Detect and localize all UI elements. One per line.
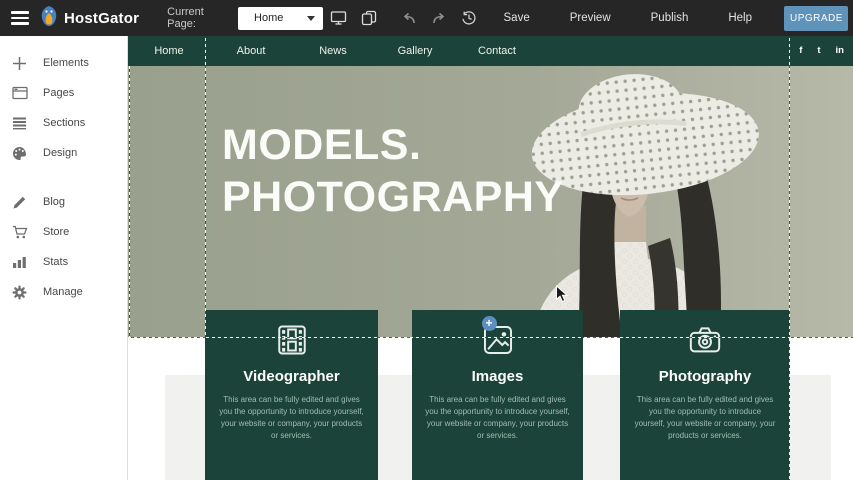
publish-button[interactable]: Publish (645, 11, 695, 25)
redo-icon[interactable] (431, 11, 447, 25)
undo-icon[interactable] (401, 11, 417, 25)
page-dropdown-value: Home (254, 12, 306, 24)
twitter-icon[interactable]: t (817, 46, 820, 56)
sidebar-item-store[interactable]: Store (0, 217, 127, 247)
feature-card-videographer[interactable]: Videographer This area can be fully edit… (205, 310, 378, 480)
page-icon (11, 86, 28, 100)
site-nav-home[interactable]: Home (128, 45, 210, 57)
site-nav-about[interactable]: About (210, 45, 292, 57)
hero-title-line2: PHOTOGRAPHY (222, 172, 564, 224)
current-page-label: Current Page: (167, 6, 228, 30)
hero-section: MODELS. PHOTOGRAPHY (128, 66, 853, 337)
desktop-preview-icon[interactable] (330, 10, 347, 26)
card-body: This area can be fully edited and gives … (205, 394, 378, 442)
upgrade-button[interactable]: UPGRADE (784, 6, 848, 31)
hero-title-line1: MODELS. (222, 120, 564, 172)
feature-card-images[interactable]: + Images This area can be fully edited a… (412, 310, 583, 480)
camera-icon (688, 323, 722, 357)
logo-text: HostGator (64, 10, 139, 27)
app-window: HostGator Current Page: Home (0, 0, 853, 480)
hostgator-logo: HostGator (39, 5, 139, 32)
menu-icon[interactable] (3, 6, 31, 30)
sidebar-item-stats[interactable]: Stats (0, 247, 127, 277)
site-nav-news[interactable]: News (292, 45, 374, 57)
selection-boundary-right (789, 38, 790, 480)
stats-icon (11, 255, 28, 269)
site-nav-contact[interactable]: Contact (456, 45, 538, 57)
sidebar-item-label: Stats (43, 256, 68, 268)
sidebar-item-design[interactable]: Design (0, 138, 127, 168)
add-image-badge-icon[interactable]: + (482, 316, 497, 331)
card-title: Videographer (243, 368, 339, 385)
linkedin-icon[interactable]: in (836, 46, 844, 56)
chevron-down-icon (307, 16, 315, 21)
selection-boundary-left (129, 66, 130, 337)
sections-icon (11, 116, 28, 130)
palette-icon (11, 146, 28, 161)
sidebar-item-blog[interactable]: Blog (0, 187, 127, 217)
facebook-icon[interactable]: f (799, 46, 802, 56)
site-canvas: Home About News Gallery Contact f t in (128, 36, 853, 480)
sidebar-item-pages[interactable]: Pages (0, 78, 127, 108)
plus-icon (11, 56, 28, 71)
pencil-icon (11, 195, 28, 210)
sidebar-item-label: Store (43, 226, 69, 238)
preview-button[interactable]: Preview (564, 11, 617, 25)
card-body: This area can be fully edited and gives … (412, 394, 583, 442)
sidebar-item-label: Manage (43, 286, 83, 298)
site-nav-gallery[interactable]: Gallery (374, 45, 456, 57)
editor-sidebar: Elements Pages Sections (0, 36, 128, 480)
card-title: Images (472, 368, 524, 385)
hostgator-mascot-icon (39, 5, 59, 32)
image-add-icon: + (481, 323, 515, 357)
sidebar-item-elements[interactable]: Elements (0, 48, 127, 78)
social-links: f t in (799, 46, 853, 56)
film-icon (275, 323, 309, 357)
card-title: Photography (659, 368, 752, 385)
sidebar-item-label: Elements (43, 57, 89, 69)
sidebar-item-label: Design (43, 147, 77, 159)
card-body: This area can be fully edited and gives … (620, 394, 790, 442)
site-nav: Home About News Gallery Contact f t in (128, 36, 853, 66)
mobile-preview-icon[interactable] (361, 10, 377, 26)
help-button[interactable]: Help (722, 11, 758, 25)
sidebar-item-label: Blog (43, 196, 65, 208)
sidebar-item-label: Pages (43, 87, 74, 99)
page-dropdown[interactable]: Home (238, 7, 322, 30)
sidebar-item-sections[interactable]: Sections (0, 108, 127, 138)
selection-boundary-mid (205, 38, 206, 337)
sidebar-item-label: Sections (43, 117, 85, 129)
mouse-cursor (555, 285, 569, 303)
hero-title[interactable]: MODELS. PHOTOGRAPHY (222, 120, 564, 223)
save-button[interactable]: Save (498, 11, 536, 25)
gear-icon (11, 285, 28, 300)
feature-card-photography[interactable]: Photography This area can be fully edite… (620, 310, 790, 480)
history-icon[interactable] (461, 10, 477, 26)
section-boundary-bottom (128, 337, 853, 338)
cart-icon (11, 225, 28, 240)
sidebar-item-manage[interactable]: Manage (0, 277, 127, 307)
editor-topbar: HostGator Current Page: Home (0, 0, 853, 36)
